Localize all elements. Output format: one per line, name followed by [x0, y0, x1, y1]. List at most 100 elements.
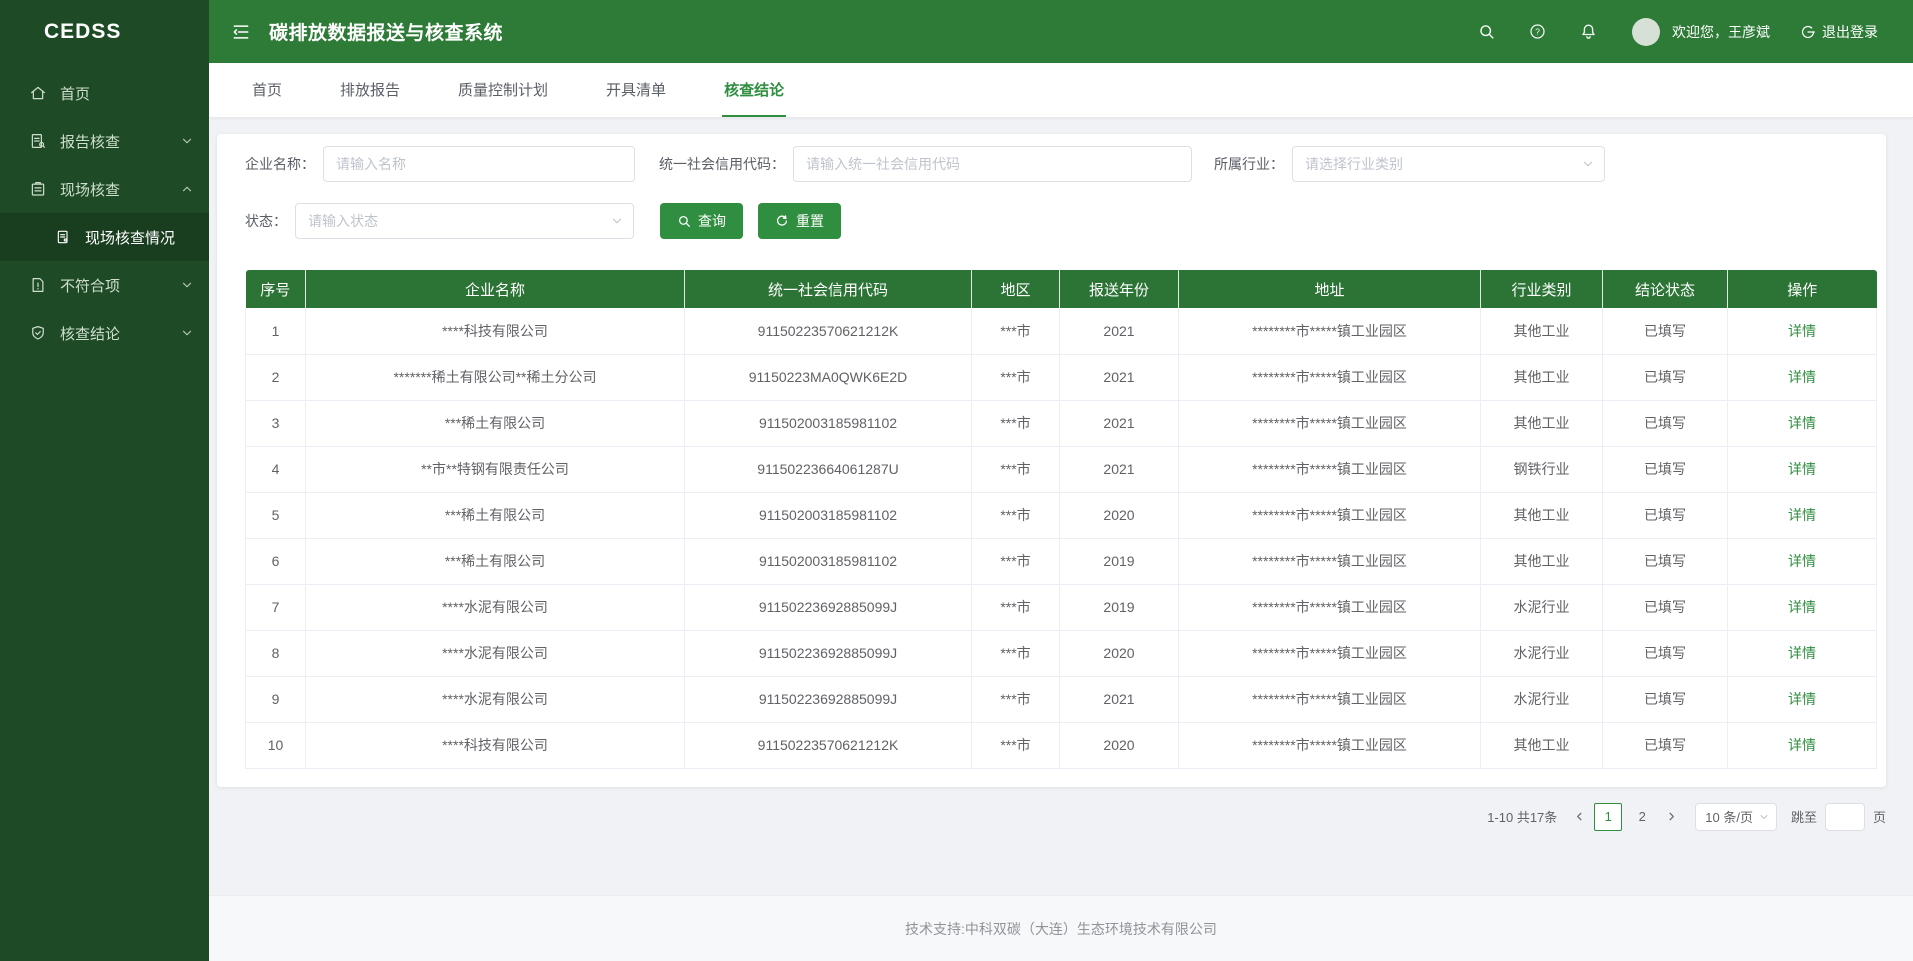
detail-link[interactable]: 详情	[1788, 691, 1816, 707]
cell-no: 5	[245, 492, 306, 539]
cell-year: 2021	[1059, 354, 1179, 401]
cell-action: 详情	[1727, 538, 1877, 585]
sidebar-subitem-label: 现场核查情况	[85, 229, 176, 247]
cell-code: 91150223570621212K	[684, 722, 972, 769]
sidebar-item-report-check[interactable]: 报告核查	[0, 117, 209, 165]
cell-action: 详情	[1727, 630, 1877, 677]
search-icon[interactable]	[1477, 22, 1496, 41]
detail-link[interactable]: 详情	[1788, 323, 1816, 339]
column-header: 报送年份	[1059, 270, 1179, 308]
cell-region: ***市	[971, 676, 1060, 723]
logout-icon	[1801, 25, 1815, 38]
credit-code-label: 统一社会信用代码：	[659, 156, 785, 172]
cell-region: ***市	[971, 400, 1060, 447]
detail-link[interactable]: 详情	[1788, 369, 1816, 385]
cell-industry: 水泥行业	[1480, 584, 1603, 631]
cell-address: ********市*****镇工业园区	[1178, 584, 1481, 631]
column-header: 企业名称	[305, 270, 685, 308]
detail-link[interactable]: 详情	[1788, 415, 1816, 431]
detail-link[interactable]: 详情	[1788, 645, 1816, 661]
jump-label: 跳至	[1790, 810, 1817, 825]
help-icon[interactable]: ?	[1528, 22, 1547, 41]
page-button[interactable]: 1	[1594, 802, 1623, 831]
cell-region: ***市	[971, 492, 1060, 539]
cell-no: 8	[245, 630, 306, 677]
column-header: 序号	[245, 270, 306, 308]
prev-page-button[interactable]	[1567, 803, 1591, 831]
sidebar-item-home[interactable]: 首页	[0, 69, 209, 117]
app-logo: CEDSS	[44, 19, 122, 43]
cell-name: ***稀土有限公司	[305, 400, 685, 447]
cell-status: 已填写	[1602, 492, 1728, 539]
avatar[interactable]	[1632, 17, 1660, 46]
tab-0[interactable]: 首页	[250, 63, 284, 117]
sidebar-item-label: 不符合项	[60, 277, 121, 295]
table-row: 8 ****水泥有限公司 91150223692885099J ***市 2020 ***…	[245, 630, 1877, 677]
column-header: 操作	[1727, 270, 1877, 308]
cell-name: ***稀土有限公司	[305, 492, 685, 539]
logout-label: 退出登录	[1822, 23, 1878, 40]
column-header: 结论状态	[1602, 270, 1728, 308]
sidebar-item-conclusion[interactable]: 核查结论	[0, 309, 209, 357]
page-size-value: 10 条/页	[1705, 810, 1753, 825]
cell-status: 已填写	[1602, 354, 1728, 401]
page-button[interactable]: 2	[1628, 803, 1656, 831]
status-select[interactable]: 请输入状态	[295, 203, 634, 239]
cell-action: 详情	[1727, 722, 1877, 769]
app-title: 碳排放数据报送与核查系统	[269, 23, 504, 44]
detail-link[interactable]: 详情	[1788, 507, 1816, 523]
cell-address: ********市*****镇工业园区	[1178, 446, 1481, 493]
cell-action: 详情	[1727, 308, 1877, 355]
cell-year: 2021	[1059, 308, 1179, 355]
cell-industry: 水泥行业	[1480, 676, 1603, 723]
tab-2[interactable]: 质量控制计划	[456, 63, 550, 117]
cell-code: 91150223570621212K	[684, 308, 972, 355]
cell-year: 2021	[1059, 400, 1179, 447]
cell-year: 2020	[1059, 630, 1179, 677]
cell-action: 详情	[1727, 676, 1877, 723]
jump-page-input[interactable]	[1824, 802, 1865, 831]
page-size-select[interactable]: 10 条/页	[1695, 802, 1777, 831]
conclusion-icon	[29, 324, 47, 342]
logout-button[interactable]: 退出登录	[1800, 22, 1878, 42]
reset-button[interactable]: 重置	[758, 203, 841, 239]
chevron-down-icon	[181, 279, 193, 291]
cell-action: 详情	[1727, 354, 1877, 401]
menu-fold-icon[interactable]	[231, 22, 251, 42]
cell-region: ***市	[971, 584, 1060, 631]
detail-link[interactable]: 详情	[1788, 737, 1816, 753]
cell-industry: 钢铁行业	[1480, 446, 1603, 493]
cell-name: ****科技有限公司	[305, 308, 685, 355]
refresh-icon	[776, 215, 788, 226]
status-select-placeholder: 请输入状态	[308, 213, 378, 229]
cell-code: 911502003185981102	[684, 400, 972, 447]
sidebar-subitem-site-check-status[interactable]: 现场核查情况	[0, 213, 209, 261]
industry-select[interactable]: 请选择行业类别	[1292, 146, 1605, 182]
detail-link[interactable]: 详情	[1788, 599, 1816, 615]
next-page-button[interactable]	[1659, 803, 1683, 831]
table-row: 10 ****科技有限公司 91150223570621212K ***市 2020 **…	[245, 722, 1877, 769]
tab-4[interactable]: 核查结论	[722, 63, 787, 117]
sidebar-item-nonconformity[interactable]: 不符合项	[0, 261, 209, 309]
detail-link[interactable]: 详情	[1788, 461, 1816, 477]
sidebar-item-label: 报告核查	[60, 133, 121, 151]
cell-address: ********市*****镇工业园区	[1178, 308, 1481, 355]
chevron-down-icon	[1760, 814, 1768, 819]
table-row: 6 ***稀土有限公司 911502003185981102 ***市 2019 ****…	[245, 538, 1877, 585]
bell-icon[interactable]	[1579, 22, 1598, 41]
doc-icon	[55, 229, 73, 245]
home-icon	[29, 84, 47, 102]
detail-link[interactable]: 详情	[1788, 553, 1816, 569]
tab-bar: 首页 排放报告 质量控制计划 开具清单 核查结论	[209, 63, 1913, 118]
cell-status: 已填写	[1602, 722, 1728, 769]
tab-3[interactable]: 开具清单	[604, 63, 668, 117]
tab-1[interactable]: 排放报告	[338, 63, 402, 117]
cell-address: ********市*****镇工业园区	[1178, 676, 1481, 723]
credit-code-input[interactable]	[793, 146, 1192, 182]
cell-address: ********市*****镇工业园区	[1178, 354, 1481, 401]
cell-region: ***市	[971, 630, 1060, 677]
sidebar-item-site-check[interactable]: 现场核查	[0, 165, 209, 213]
search-button[interactable]: 查询	[660, 203, 743, 239]
company-name-input[interactable]	[323, 146, 635, 182]
cell-name: ****水泥有限公司	[305, 584, 685, 631]
